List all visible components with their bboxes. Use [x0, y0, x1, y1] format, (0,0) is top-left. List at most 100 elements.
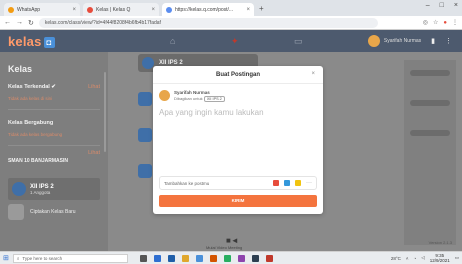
video-meeting-label: Mulai Video Meeting	[206, 245, 243, 250]
avatar	[367, 35, 380, 47]
app-icon[interactable]	[251, 254, 259, 262]
explorer-icon[interactable]	[181, 254, 189, 262]
tab-close-icon[interactable]: ×	[151, 7, 155, 13]
see-more-link[interactable]: Lihat	[88, 150, 100, 165]
windows-start-icon[interactable]: ⊞	[3, 254, 9, 262]
taskbar-search-input[interactable]: ⌕ Type here to search	[12, 253, 128, 263]
class-members: 1 Anggota	[30, 189, 51, 195]
whatsapp-favicon-icon	[8, 6, 14, 13]
tab-label: Kelas | Kelas Q	[96, 6, 131, 13]
browser-menu-icon[interactable]: ⋮	[452, 19, 458, 26]
browser-tabbar: WhatsApp × Kelas | Kelas Q × https://kel…	[0, 0, 462, 16]
search-icon: ⌕	[16, 255, 20, 261]
reload-icon[interactable]: ↻	[28, 19, 34, 27]
avatar	[159, 90, 170, 101]
sidebar-empty-note: Tidak ada kelas bergabung	[8, 132, 63, 137]
attachment-bar: Tambahkan ke postmu ···	[159, 176, 317, 190]
maximize-icon[interactable]: □	[440, 2, 444, 9]
address-bar: ← → ↻ kelas.com/class/view/?id=4f44f8208…	[0, 16, 462, 30]
post-composer-input[interactable]: Apa yang ingin kamu lakukan	[159, 108, 264, 117]
close-icon[interactable]: ×	[311, 71, 315, 77]
share-target: Dibagikan untuk XII IPS 2	[174, 96, 225, 102]
chat-icon[interactable]: ▭	[294, 36, 303, 47]
create-class-button[interactable]: Ciptakan Kelas Baru	[8, 204, 80, 220]
sidebar-title: Kelas	[8, 64, 33, 74]
file-attach-icon[interactable]	[295, 180, 301, 186]
post-icon[interactable]	[138, 92, 152, 106]
video-attach-icon[interactable]	[273, 180, 279, 186]
volume-icon[interactable]: ◁	[421, 255, 424, 261]
post-author: Syarifah Nurmas Dibagikan untuk XII IPS …	[159, 90, 225, 102]
create-post-modal: Buat Postingan × Syarifah Nurmas Dibagik…	[153, 66, 323, 214]
edge-icon[interactable]	[153, 254, 161, 262]
divider	[8, 145, 100, 146]
more-menu-icon[interactable]: ⋮	[445, 37, 452, 45]
attach-label: Tambahkan ke postmu	[164, 180, 210, 186]
sidebar-section-joined: Kelas Bergabung	[8, 120, 54, 126]
create-class-label: Ciptakan Kelas Baru	[30, 208, 76, 215]
extension-icon[interactable]: ◎	[423, 19, 428, 26]
post-icon[interactable]	[138, 164, 152, 178]
post-icon[interactable]	[138, 128, 152, 142]
video-camera-icon[interactable]: ■◄	[226, 236, 239, 245]
add-class-icon	[8, 204, 24, 220]
chrome-icon[interactable]	[195, 254, 203, 262]
windows-taskbar: ⊞ ⌕ Type here to search 28°C ˄ ◔ ◁ 9:35 …	[0, 251, 462, 264]
minimize-icon[interactable]: –	[426, 2, 430, 9]
submit-post-button[interactable]: KIRIM	[159, 195, 317, 207]
notification-icon[interactable]: ▮	[431, 37, 435, 45]
taskbar-apps	[139, 254, 273, 262]
app-icon[interactable]	[265, 254, 273, 262]
app-header: kelas ◘ ⌂ ✦ ▭ Syarifah Nurmas ▮ ⋮	[0, 30, 462, 52]
forward-icon[interactable]: →	[16, 19, 23, 26]
sidebar-empty-note: Tidak ada kelas di sini	[8, 96, 53, 101]
record-icon[interactable]: ●	[443, 20, 447, 26]
school-name: SMAN 10 BANJARMASIN	[8, 158, 69, 164]
app-icon[interactable]	[237, 254, 245, 262]
kelas-favicon-icon	[87, 6, 93, 13]
placeholder-bar	[410, 70, 450, 76]
back-icon[interactable]: ←	[4, 19, 11, 26]
chevron-up-icon[interactable]: ˄	[406, 256, 409, 261]
close-window-icon[interactable]: ×	[454, 2, 458, 9]
browser-tab-whatsapp[interactable]: WhatsApp ×	[4, 3, 80, 16]
word-icon[interactable]	[167, 254, 175, 262]
author-name: Syarifah Nurmas	[174, 90, 210, 95]
url-input[interactable]: kelas.com/class/view/?id=4f44f8208f4b6fb…	[38, 17, 378, 28]
task-view-icon[interactable]	[139, 254, 147, 262]
logo-badge-icon: ◘	[43, 36, 55, 48]
app-logo[interactable]: kelas ◘	[8, 34, 55, 49]
user-name: Syarifah Nurmas	[383, 38, 422, 44]
url-text: kelas.com/class/view/?id=4f44f8208f4b6fb…	[44, 19, 161, 26]
see-more-link[interactable]: Lihat	[88, 84, 100, 90]
notification-center-icon[interactable]: ▭	[455, 255, 459, 261]
weather-text[interactable]: 28°C	[391, 256, 401, 261]
placeholder-bar	[410, 100, 450, 106]
sidebar-class-item[interactable]: XII IPS 2 1 Anggota	[8, 178, 100, 200]
tab-close-icon[interactable]: ×	[246, 7, 250, 13]
excel-icon[interactable]	[223, 254, 231, 262]
image-attach-icon[interactable]	[284, 180, 290, 186]
powerpoint-icon[interactable]	[209, 254, 217, 262]
new-tab-icon[interactable]: +	[259, 4, 264, 13]
tab-close-icon[interactable]: ×	[72, 7, 76, 13]
classes-icon[interactable]: ✦	[231, 36, 239, 47]
tab-label: WhatsApp	[17, 6, 41, 13]
star-icon[interactable]: ☆	[433, 19, 438, 26]
class-tag[interactable]: XII IPS 2	[203, 96, 225, 102]
system-tray: 28°C ˄ ◔ ◁ 9:35 12/9/2021 ▭	[391, 253, 459, 263]
wifi-icon[interactable]: ◔	[414, 256, 417, 261]
clock[interactable]: 9:35 12/9/2021	[430, 253, 450, 263]
sidebar-section-owned: Kelas Terkendal ✔ Lihat	[8, 84, 100, 90]
sidebar: Kelas Kelas Terkendal ✔ Lihat Tidak ada …	[0, 52, 108, 251]
tab-label: https://kelas.q.com/post/...	[175, 6, 234, 13]
page-favicon-icon	[166, 6, 172, 13]
more-options-icon[interactable]: ···	[306, 180, 312, 186]
sidebar-scrollbar[interactable]	[104, 72, 106, 152]
browser-tab-kelas[interactable]: Kelas | Kelas Q ×	[83, 3, 159, 16]
version-text: Version 2.1.3	[428, 240, 452, 245]
browser-tab-active[interactable]: https://kelas.q.com/post/... ×	[162, 3, 254, 16]
right-panel	[404, 60, 456, 245]
home-icon[interactable]: ⌂	[170, 36, 175, 46]
user-menu[interactable]: Syarifah Nurmas ▮ ⋮	[367, 35, 452, 47]
